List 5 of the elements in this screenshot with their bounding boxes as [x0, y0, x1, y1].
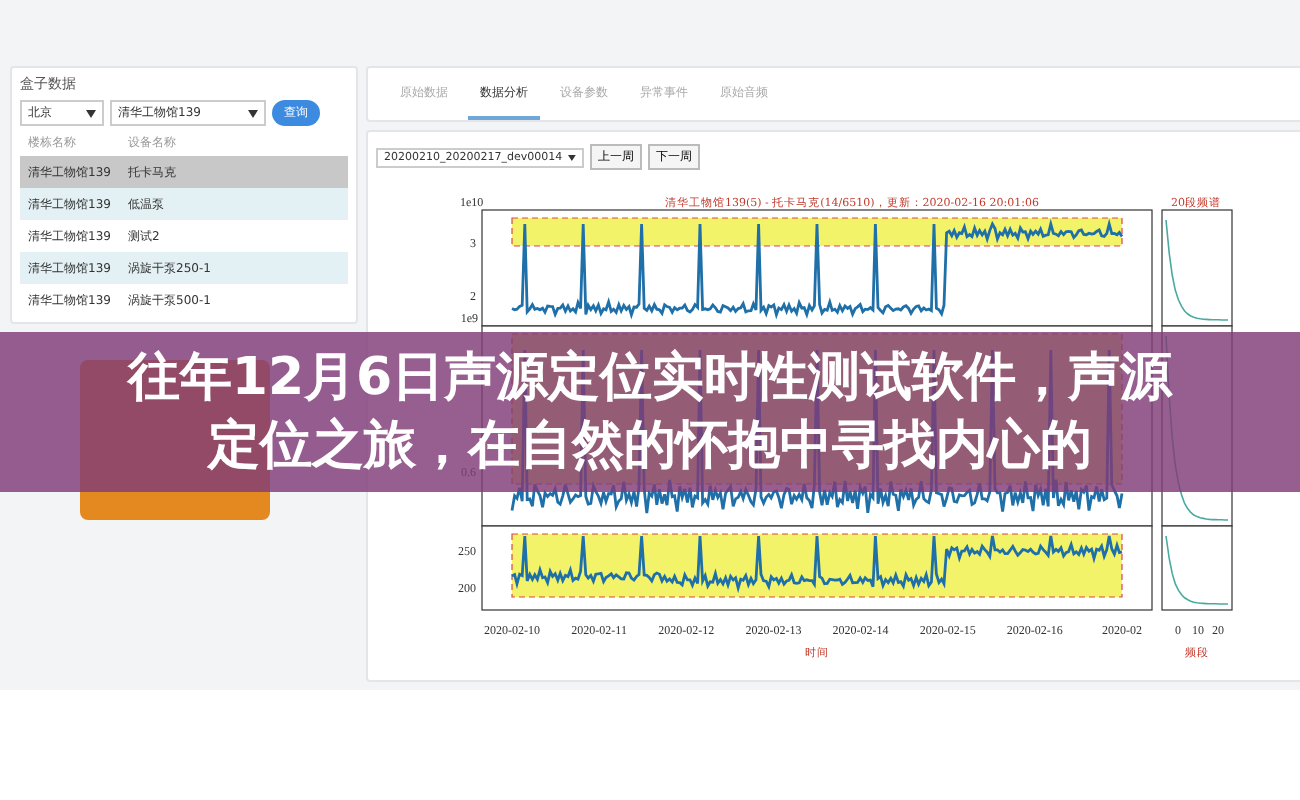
- caret-icon: [568, 153, 576, 161]
- spectrum-curve: [1165, 535, 1229, 605]
- spectrum-curve: [1165, 219, 1229, 321]
- caret-icon: [248, 109, 258, 117]
- caret-icon: [86, 109, 96, 117]
